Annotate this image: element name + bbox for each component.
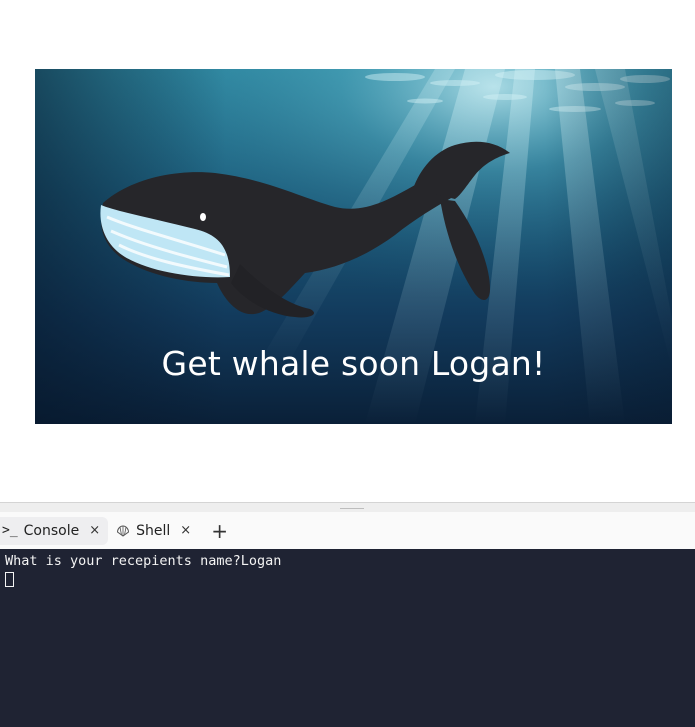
preview-pane: Get whale soon Logan! xyxy=(0,0,695,502)
text-cursor xyxy=(5,572,14,587)
close-icon[interactable]: × xyxy=(180,523,191,538)
console-line: What is your recepients name?Logan xyxy=(5,553,282,569)
tab-shell-label: Shell xyxy=(136,522,171,539)
tab-shell[interactable]: Shell × xyxy=(112,517,199,545)
terminal-prompt-icon: >_ xyxy=(2,523,18,538)
shell-icon xyxy=(116,524,130,538)
card-caption: Get whale soon Logan! xyxy=(161,344,546,383)
console-output[interactable]: What is your recepients name?Logan xyxy=(0,549,695,727)
tab-bar: >_ Console × Shell × + xyxy=(0,512,695,549)
greeting-card: Get whale soon Logan! xyxy=(35,69,672,424)
tab-console[interactable]: >_ Console × xyxy=(0,516,109,545)
pane-resize-handle[interactable] xyxy=(0,502,695,512)
close-icon[interactable]: × xyxy=(89,523,100,538)
tab-console-label: Console xyxy=(23,522,80,539)
add-tab-button[interactable]: + xyxy=(211,521,228,541)
resize-grip-icon[interactable] xyxy=(340,508,364,509)
